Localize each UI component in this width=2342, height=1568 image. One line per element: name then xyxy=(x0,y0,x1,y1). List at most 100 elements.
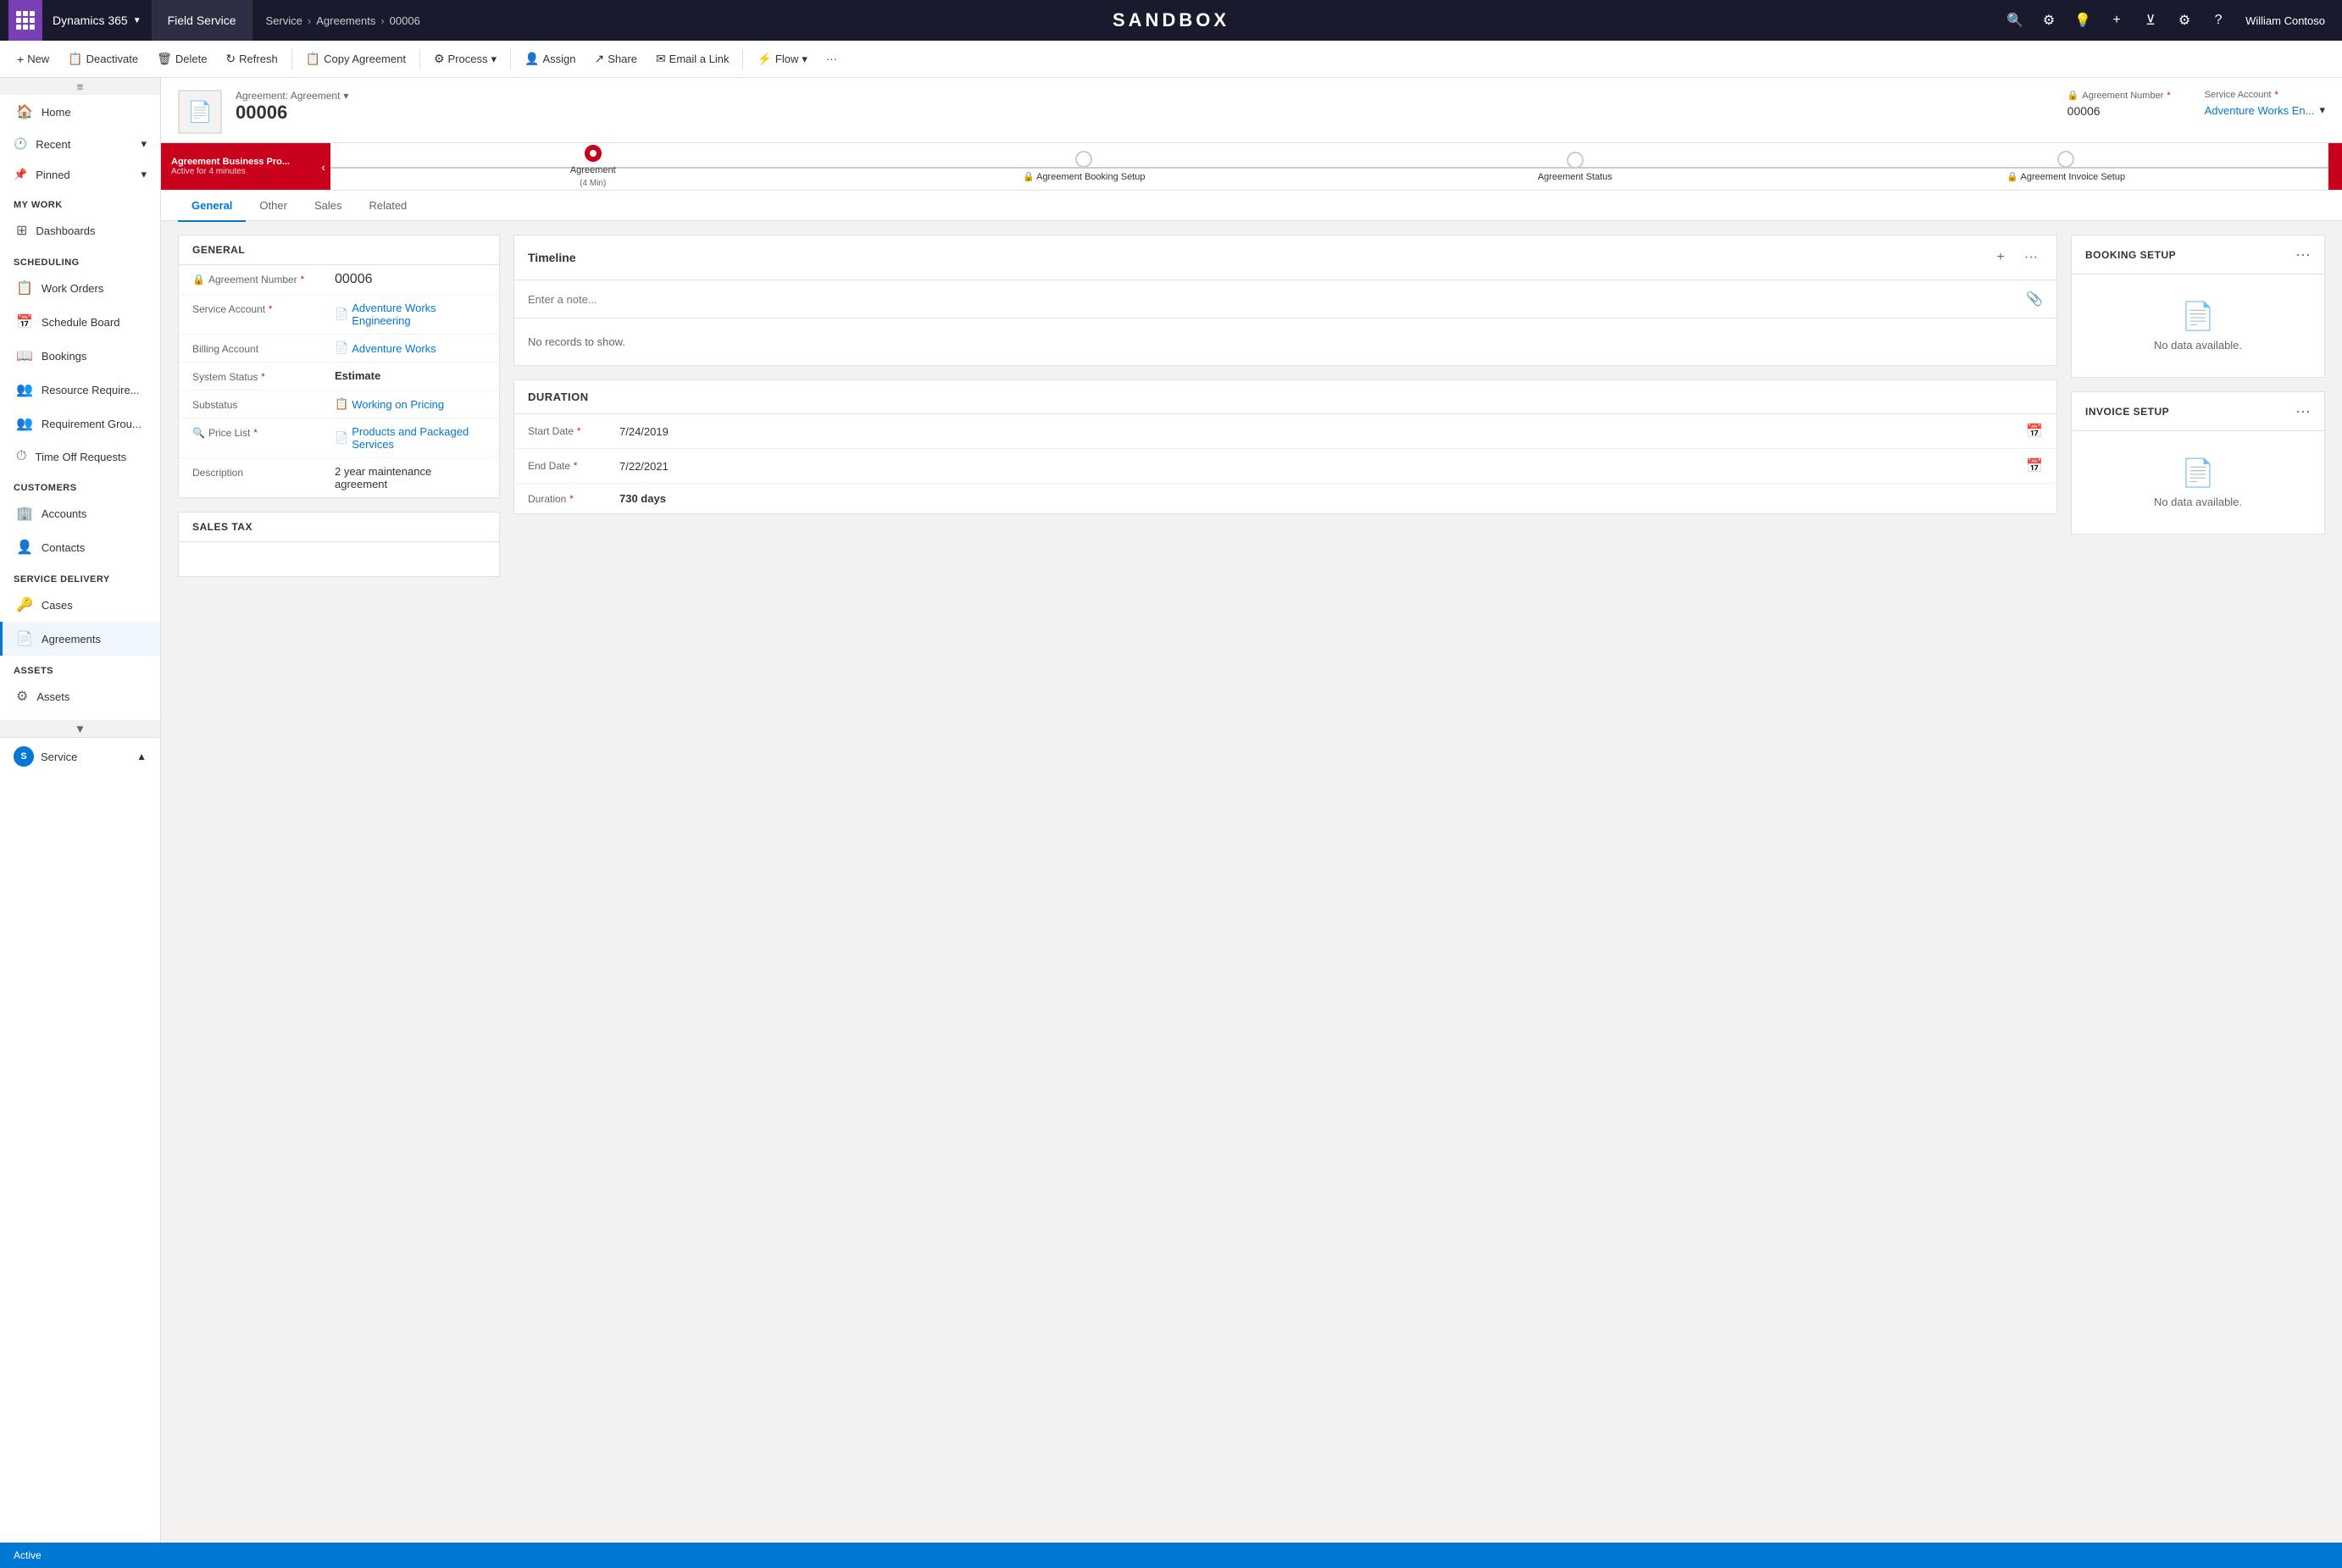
breadcrumb-agreements[interactable]: Agreements xyxy=(316,14,375,27)
share-icon: ↗ xyxy=(595,52,605,66)
sidebar-assets-label: Assets xyxy=(36,690,69,703)
user-area[interactable]: William Contoso xyxy=(2237,14,2334,27)
more-button[interactable]: ··· xyxy=(818,47,846,70)
lock-icon: 🔒 xyxy=(2067,90,2079,101)
duration-end-value[interactable]: 7/22/2021 xyxy=(619,460,2019,473)
process-label: Process xyxy=(448,53,488,65)
calendar-start-icon[interactable]: 📅 xyxy=(2026,423,2043,440)
tab-sales[interactable]: Sales xyxy=(301,191,356,222)
refresh-button[interactable]: ↻ Refresh xyxy=(217,47,286,71)
sidebar-item-bookings[interactable]: 📖 Bookings xyxy=(0,339,160,373)
calendar-end-icon[interactable]: 📅 xyxy=(2026,457,2043,474)
timeline-add-button[interactable]: + xyxy=(1989,246,2012,269)
agreements-icon: 📄 xyxy=(16,630,33,647)
sidebar-scroll-down[interactable]: ▼ xyxy=(0,720,160,737)
sidebar-item-accounts[interactable]: 🏢 Accounts xyxy=(0,496,160,530)
gear-icon[interactable]: ⚙ xyxy=(2169,5,2200,36)
timeline-more-button[interactable]: ··· xyxy=(2019,246,2043,269)
sidebar-section-assets: Assets xyxy=(0,656,160,679)
waffle-icon xyxy=(16,11,35,30)
agreement-number-required: * xyxy=(2167,91,2170,101)
attachment-icon[interactable]: 📎 xyxy=(2026,291,2043,308)
sidebar-recent-label: Recent xyxy=(36,138,70,151)
step3-label: Agreement Status xyxy=(1538,172,1612,182)
sidebar-item-assets[interactable]: ⚙ Assets xyxy=(0,679,160,713)
refresh-label: Refresh xyxy=(239,53,278,65)
sidebar-item-contacts[interactable]: 👤 Contacts xyxy=(0,530,160,564)
field-system-status-value[interactable]: Estimate xyxy=(335,369,486,382)
duration-start-value[interactable]: 7/24/2019 xyxy=(619,425,2019,438)
sidebar-scroll-up[interactable]: ≡ xyxy=(0,78,160,95)
invoice-empty-icon: 📄 xyxy=(2181,457,2215,489)
help-icon[interactable]: ? xyxy=(2203,5,2234,36)
tab-related[interactable]: Related xyxy=(355,191,420,222)
copy-agreement-button[interactable]: 📋 Copy Agreement xyxy=(297,47,414,71)
service-expand-icon: ▲ xyxy=(136,751,147,762)
process-bar: Agreement Business Pro... Active for 4 m… xyxy=(161,143,2342,191)
field-billing-account-value[interactable]: 📄 Adventure Works xyxy=(335,341,486,355)
sidebar-item-recent[interactable]: 🕐 Recent ▾ xyxy=(0,129,160,159)
form-body: GENERAL 🔒 Agreement Number * 00006 xyxy=(161,221,2342,604)
sidebar-item-dashboards[interactable]: ⊞ Dashboards xyxy=(0,213,160,247)
record-header-top: 📄 Agreement: Agreement ▾ 00006 🔒 Agreeme… xyxy=(178,90,2325,134)
field-substatus-value[interactable]: 📋 Working on Pricing xyxy=(335,397,486,411)
process-right-bar xyxy=(2328,143,2342,191)
delete-button[interactable]: 🗑 Delete xyxy=(148,47,215,71)
tab-other[interactable]: Other xyxy=(246,191,301,222)
sidebar-item-pinned[interactable]: 📌 Pinned ▾ xyxy=(0,159,160,190)
new-button[interactable]: + New xyxy=(8,47,58,71)
share-button[interactable]: ↗ Share xyxy=(586,47,646,71)
plus-icon[interactable]: + xyxy=(2101,5,2132,36)
booking-setup-more-icon[interactable]: ··· xyxy=(2295,246,2311,263)
funnel-icon[interactable]: ⊻ xyxy=(2135,5,2166,36)
field-description-value[interactable]: 2 year maintenance agreement xyxy=(335,465,486,490)
process-left-panel[interactable]: Agreement Business Pro... Active for 4 m… xyxy=(161,143,330,191)
booking-setup-section: BOOKING SETUP ··· 📄 No data available. xyxy=(2071,235,2325,378)
assign-button[interactable]: 👤 Assign xyxy=(516,47,584,71)
duration-section: DURATION Start Date * 7/24/2019 📅 End Da… xyxy=(513,380,2057,514)
field-agreement-number-value[interactable]: 00006 xyxy=(335,272,486,287)
process-step-status[interactable]: Agreement Status xyxy=(1329,152,1821,182)
service-account-dropdown-icon[interactable]: ▾ xyxy=(2319,103,2325,117)
flow-button[interactable]: ⚡ Flow ▾ xyxy=(748,47,815,71)
sidebar-item-resource-requirements[interactable]: 👥 Resource Require... xyxy=(0,373,160,407)
field-price-list-value[interactable]: 📄 Products and Packaged Services xyxy=(335,425,486,451)
field-service-account-value[interactable]: 📄 Adventure Works Engineering xyxy=(335,302,486,327)
process-step-invoice-setup[interactable]: 🔒 Agreement Invoice Setup xyxy=(1821,151,2312,182)
search-icon[interactable]: 🔍 xyxy=(2000,5,2030,36)
settings-cog-icon[interactable]: ⚙ xyxy=(2034,5,2064,36)
field-billing-account-label: Billing Account xyxy=(192,341,328,355)
tab-general[interactable]: General xyxy=(178,191,246,222)
deactivate-button[interactable]: 📋 Deactivate xyxy=(59,47,147,71)
duration-start-row: Start Date * 7/24/2019 📅 xyxy=(514,414,2056,449)
breadcrumb-service[interactable]: Service xyxy=(266,14,302,27)
sidebar-item-cases[interactable]: 🔑 Cases xyxy=(0,588,160,622)
dynamics-logo[interactable]: Dynamics 365 ▼ xyxy=(42,0,153,41)
waffle-menu[interactable] xyxy=(8,0,42,41)
step2-lock-icon: 🔒 xyxy=(1023,172,1035,182)
step2-circle xyxy=(1075,151,1092,168)
invoice-setup-more-icon[interactable]: ··· xyxy=(2295,402,2311,420)
sidebar-item-work-orders[interactable]: 📋 Work Orders xyxy=(0,271,160,305)
sales-tax-title: SALES TAX xyxy=(179,513,499,542)
email-link-button[interactable]: ✉ Email a Link xyxy=(647,47,738,71)
booking-setup-empty: 📄 No data available. xyxy=(2072,274,2324,377)
sidebar-item-home[interactable]: 🏠 Home xyxy=(0,95,160,129)
record-dropdown-icon[interactable]: ▾ xyxy=(343,90,348,102)
field-agreement-number: 🔒 Agreement Number * 00006 xyxy=(179,265,499,295)
form-col-right: BOOKING SETUP ··· 📄 No data available. I… xyxy=(2071,235,2325,590)
sidebar-item-time-off[interactable]: ⏱ Time Off Requests xyxy=(0,440,160,473)
sidebar-item-requirement-groups[interactable]: 👥 Requirement Grou... xyxy=(0,407,160,440)
timeline-note-input[interactable] xyxy=(528,293,2019,306)
sidebar-item-agreements[interactable]: 📄 Agreements xyxy=(0,622,160,656)
field-service-tab[interactable]: Field Service xyxy=(153,0,253,41)
process-step-booking-setup[interactable]: 🔒 Agreement Booking Setup xyxy=(839,151,1330,182)
delete-icon: 🗑 xyxy=(157,52,172,66)
service-account-link[interactable]: Adventure Works En... xyxy=(2205,104,2315,117)
sidebar-service-footer[interactable]: S Service ▲ xyxy=(0,737,160,775)
lightbulb-icon[interactable]: 💡 xyxy=(2067,5,2098,36)
dynamics-label: Dynamics 365 xyxy=(53,14,128,27)
process-step-agreement[interactable]: Agreement (4 Min) xyxy=(347,145,839,188)
process-button[interactable]: ⚙ Process ▾ xyxy=(425,47,505,71)
sidebar-item-schedule-board[interactable]: 📅 Schedule Board xyxy=(0,305,160,339)
